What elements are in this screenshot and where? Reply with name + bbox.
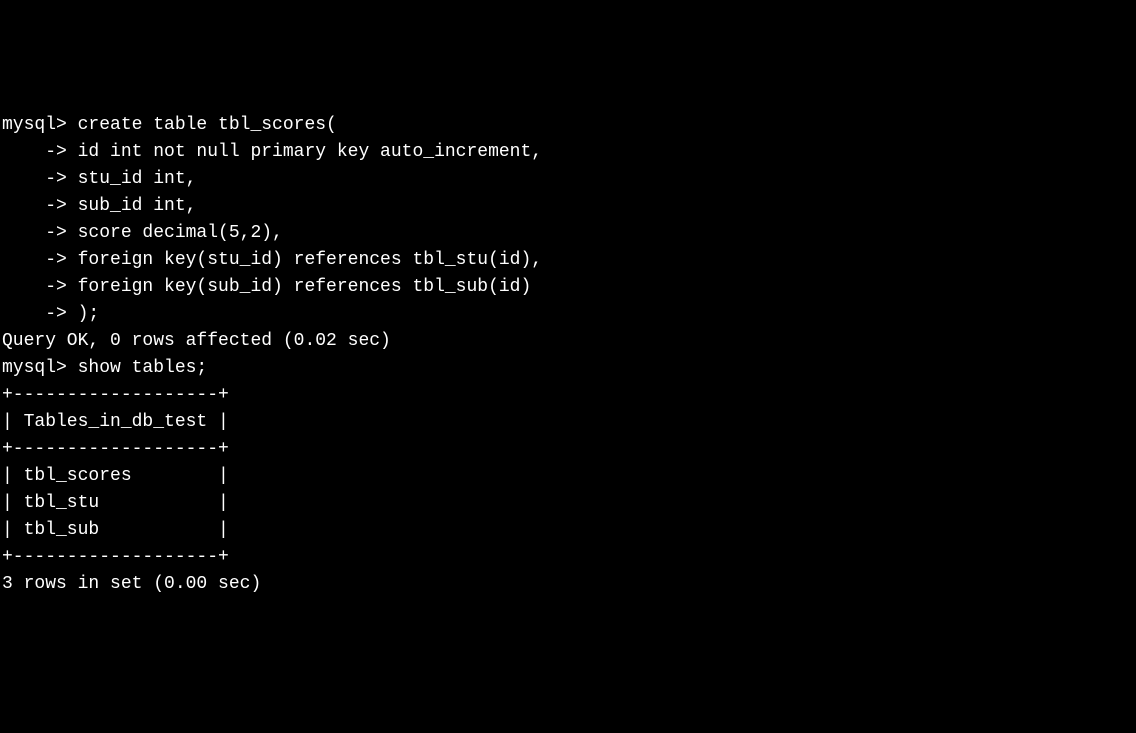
terminal-line: Query OK, 0 rows affected (0.02 sec) <box>2 328 1134 355</box>
terminal-line: | Tables_in_db_test | <box>2 409 1134 436</box>
terminal-line: +-------------------+ <box>2 382 1134 409</box>
terminal-line: 3 rows in set (0.00 sec) <box>2 571 1134 598</box>
terminal-line: +-------------------+ <box>2 436 1134 463</box>
terminal-line: mysql> show tables; <box>2 355 1134 382</box>
terminal-line: -> foreign key(sub_id) references tbl_su… <box>2 274 1134 301</box>
terminal-line: -> stu_id int, <box>2 166 1134 193</box>
terminal-line: -> score decimal(5,2), <box>2 220 1134 247</box>
terminal-line: +-------------------+ <box>2 544 1134 571</box>
terminal-output[interactable]: mysql> create table tbl_scores( -> id in… <box>2 112 1134 598</box>
terminal-line: -> foreign key(stu_id) references tbl_st… <box>2 247 1134 274</box>
terminal-line: mysql> create table tbl_scores( <box>2 112 1134 139</box>
terminal-line: | tbl_stu | <box>2 490 1134 517</box>
terminal-line: -> ); <box>2 301 1134 328</box>
terminal-line: -> id int not null primary key auto_incr… <box>2 139 1134 166</box>
terminal-line: | tbl_sub | <box>2 517 1134 544</box>
terminal-line: | tbl_scores | <box>2 463 1134 490</box>
terminal-line: -> sub_id int, <box>2 193 1134 220</box>
